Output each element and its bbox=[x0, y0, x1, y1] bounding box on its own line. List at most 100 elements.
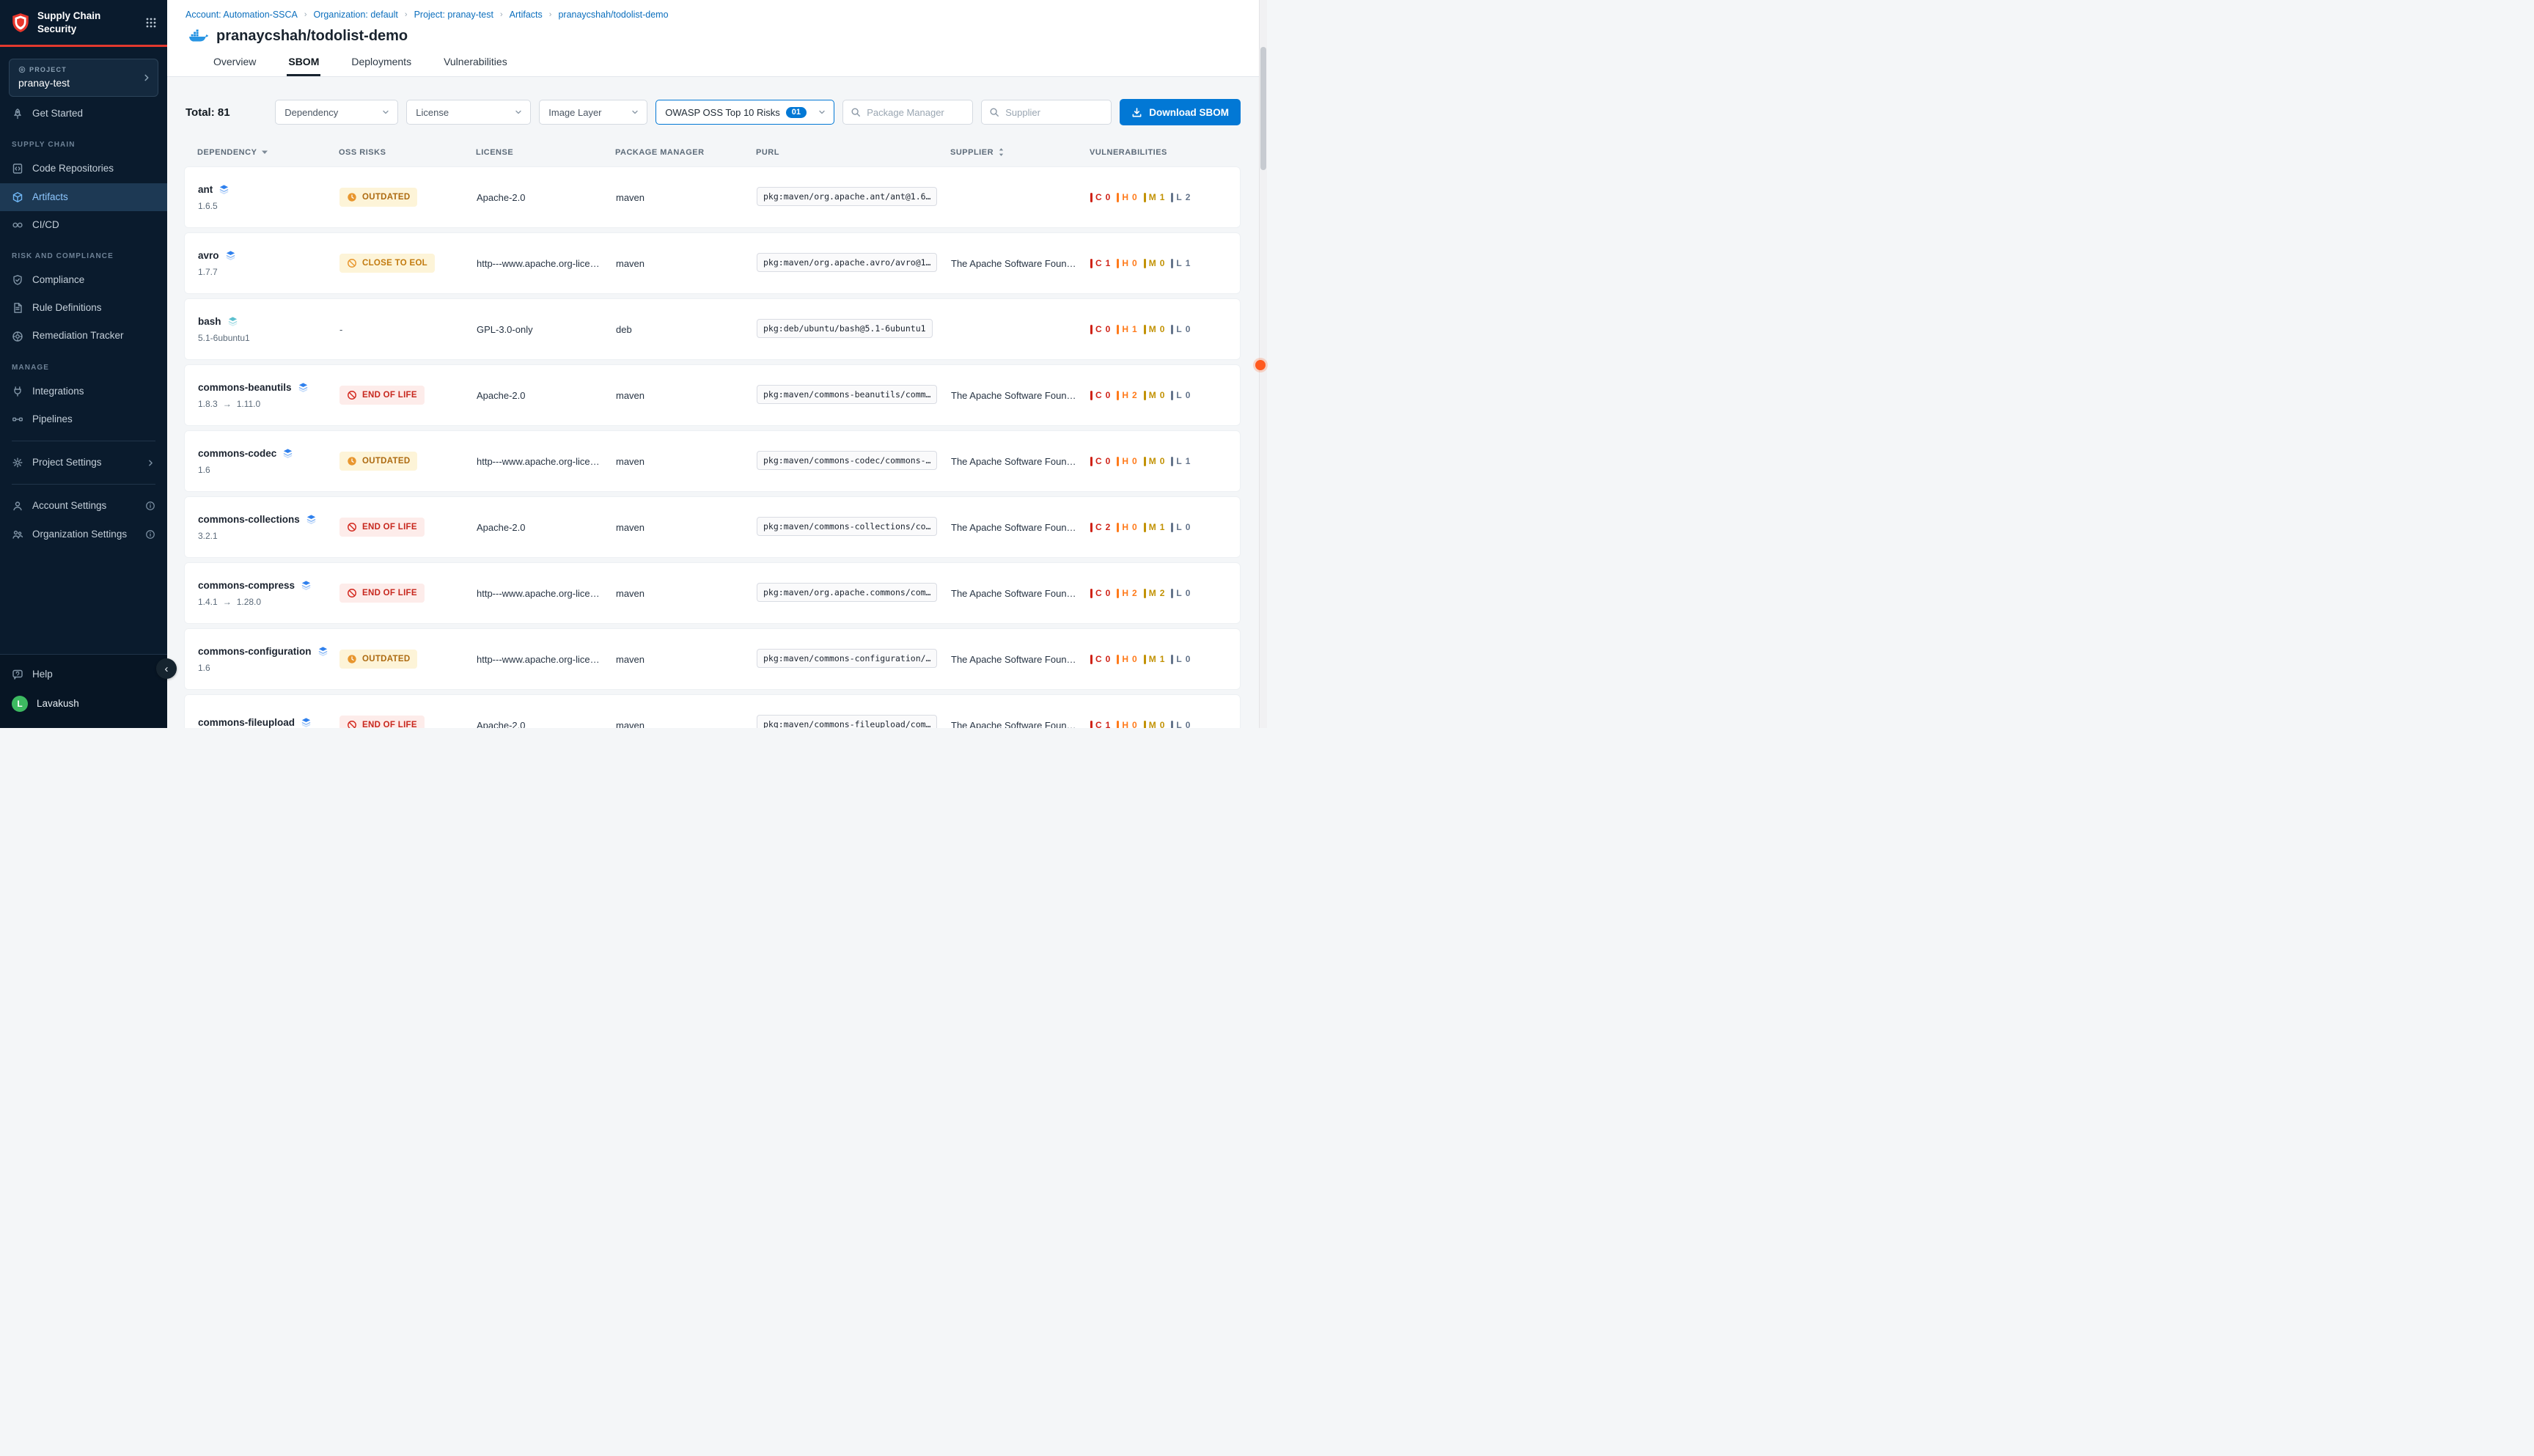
dependency-filter[interactable]: Dependency bbox=[275, 100, 398, 125]
sidebar-item-integrations[interactable]: Integrations bbox=[0, 378, 167, 405]
sidebar-item-get-started[interactable]: Get Started bbox=[0, 100, 167, 128]
project-selector[interactable]: PROJECT pranay-test bbox=[9, 59, 158, 97]
purl-chip[interactable]: pkg:deb/ubuntu/bash@5.1-6ubuntu1 bbox=[757, 319, 933, 338]
sidebar-item-project-settings[interactable]: Project Settings bbox=[0, 449, 167, 477]
table-row[interactable]: avro 1.7.7 CLOSE TO EOL http---www.apach… bbox=[184, 232, 1241, 294]
sidebar-user[interactable]: L Lavakush bbox=[0, 688, 167, 719]
no-entry-icon bbox=[347, 588, 357, 598]
purl-chip[interactable]: pkg:maven/org.apache.commons/com… bbox=[757, 583, 937, 602]
info-icon[interactable] bbox=[145, 529, 155, 540]
breadcrumb-account[interactable]: Account: Automation-SSCA bbox=[186, 10, 298, 20]
tab-vulnerabilities[interactable]: Vulnerabilities bbox=[442, 56, 509, 76]
sidebar-item-organization-settings[interactable]: Organization Settings bbox=[0, 521, 167, 548]
risk-badge: END OF LIFE bbox=[339, 716, 425, 728]
tab-deployments[interactable]: Deployments bbox=[350, 56, 413, 76]
layers-icon bbox=[227, 316, 238, 327]
oss-risk-cell: - bbox=[339, 324, 477, 335]
supplier-cell: The Apache Software Foun… bbox=[951, 258, 1090, 269]
table-row[interactable]: commons-collections 3.2.1 END OF LIFE Ap… bbox=[184, 496, 1241, 558]
download-sbom-button[interactable]: Download SBOM bbox=[1120, 99, 1241, 125]
breadcrumb-artifacts[interactable]: Artifacts bbox=[510, 10, 543, 20]
table-row[interactable]: commons-codec 1.6 OUTDATED http---www.ap… bbox=[184, 430, 1241, 492]
tab-sbom[interactable]: SBOM bbox=[287, 56, 320, 76]
table-row[interactable]: commons-configuration 1.6 OUTDATED http-… bbox=[184, 628, 1241, 690]
risk-badge: OUTDATED bbox=[339, 188, 417, 207]
sidebar-item-account-settings[interactable]: Account Settings bbox=[0, 492, 167, 520]
severity-c-count: C0 bbox=[1090, 390, 1110, 400]
license-cell: http---www.apache.org-lice… bbox=[477, 588, 616, 599]
breadcrumb-current[interactable]: pranaycshah/todolist-demo bbox=[558, 10, 668, 20]
layers-icon bbox=[301, 580, 312, 591]
tab-overview[interactable]: Overview bbox=[212, 56, 257, 76]
severity-l-count: L0 bbox=[1171, 522, 1190, 532]
sidebar-item-compliance[interactable]: Compliance bbox=[0, 266, 167, 294]
owasp-risks-filter[interactable]: OWASP OSS Top 10 Risks 01 bbox=[655, 100, 834, 125]
purl-chip[interactable]: pkg:maven/commons-fileupload/com… bbox=[757, 715, 937, 729]
sidebar-item-rule-definitions[interactable]: Rule Definitions bbox=[0, 294, 167, 322]
info-icon[interactable] bbox=[145, 501, 155, 511]
sidebar-item-remediation-tracker[interactable]: Remediation Tracker bbox=[0, 322, 167, 350]
purl-chip[interactable]: pkg:maven/commons-beanutils/comm… bbox=[757, 385, 937, 404]
purl-chip[interactable]: pkg:maven/commons-codec/commons-… bbox=[757, 451, 937, 470]
breadcrumb-project[interactable]: Project: pranay-test bbox=[414, 10, 493, 20]
table-row[interactable]: commons-compress 1.4.1→1.28.0 END OF LIF… bbox=[184, 562, 1241, 624]
supplier-cell: The Apache Software Foun… bbox=[951, 720, 1090, 729]
col-dependency[interactable]: DEPENDENCY bbox=[197, 148, 339, 157]
sidebar-item-artifacts[interactable]: Artifacts bbox=[0, 183, 167, 211]
purl-chip[interactable]: pkg:maven/org.apache.avro/avro@1… bbox=[757, 253, 937, 272]
sidebar-item-label: Rule Definitions bbox=[32, 301, 102, 315]
severity-h-count: H0 bbox=[1117, 654, 1136, 664]
project-name: pranay-test bbox=[18, 77, 139, 89]
sidebar-item-pipelines[interactable]: Pipelines bbox=[0, 405, 167, 433]
supplier-cell: The Apache Software Foun… bbox=[951, 588, 1090, 599]
notification-beacon[interactable] bbox=[1255, 360, 1266, 370]
breadcrumb-organization[interactable]: Organization: default bbox=[314, 10, 398, 20]
sidebar-item-code-repositories[interactable]: Code Repositories bbox=[0, 155, 167, 183]
breadcrumb: Account: Automation-SSCA › Organization:… bbox=[186, 10, 1267, 20]
image-layer-filter[interactable]: Image Layer bbox=[539, 100, 647, 125]
package-manager-search-input[interactable] bbox=[867, 107, 965, 118]
purl-chip[interactable]: pkg:maven/commons-collections/co… bbox=[757, 517, 937, 536]
supplier-cell: The Apache Software Foun… bbox=[951, 654, 1090, 665]
package-manager-cell: maven bbox=[616, 588, 757, 599]
table-row[interactable]: ant 1.6.5 OUTDATED Apache-2.0 maven pkg:… bbox=[184, 166, 1241, 228]
sidebar-item-label: Organization Settings bbox=[32, 528, 127, 541]
severity-c-count: C0 bbox=[1090, 456, 1110, 466]
app-logo-shield-icon[interactable] bbox=[11, 12, 30, 33]
table-row[interactable]: bash 5.1-6ubuntu1 - GPL-3.0-only deb pkg… bbox=[184, 298, 1241, 360]
supplier-search-input[interactable] bbox=[1005, 107, 1103, 118]
chevron-down-icon bbox=[818, 108, 826, 117]
sidebar-item-label: Artifacts bbox=[32, 191, 68, 204]
license-cell: Apache-2.0 bbox=[477, 522, 616, 533]
severity-l-count: L0 bbox=[1171, 324, 1190, 334]
sidebar-item-help[interactable]: Help bbox=[0, 661, 167, 688]
sidebar-item-cicd[interactable]: CI/CD bbox=[0, 211, 167, 239]
breadcrumb-separator: › bbox=[500, 10, 503, 19]
table-row[interactable]: commons-fileupload END OF LIFE Apache-2.… bbox=[184, 694, 1241, 728]
col-supplier[interactable]: SUPPLIER bbox=[950, 147, 1090, 157]
license-filter[interactable]: License bbox=[406, 100, 531, 125]
chevron-right-icon bbox=[142, 73, 152, 83]
search-icon bbox=[851, 107, 861, 117]
sidebar-collapse-handle[interactable]: ‹ bbox=[156, 658, 177, 679]
no-entry-icon bbox=[347, 390, 357, 400]
scrollbar-thumb[interactable] bbox=[1260, 47, 1266, 170]
dependency-cell: avro 1.7.7 bbox=[198, 250, 339, 277]
app-root: Supply Chain Security PROJECT pranay-tes… bbox=[0, 0, 1267, 728]
package-manager-cell: maven bbox=[616, 258, 757, 269]
purl-chip[interactable]: pkg:maven/org.apache.ant/ant@1.6… bbox=[757, 187, 937, 206]
table-row[interactable]: commons-beanutils 1.8.3→1.11.0 END OF LI… bbox=[184, 364, 1241, 426]
dependency-cell: bash 5.1-6ubuntu1 bbox=[198, 316, 339, 343]
purl-chip[interactable]: pkg:maven/commons-configuration/… bbox=[757, 649, 937, 668]
clock-icon bbox=[347, 654, 357, 664]
dependency-cell: commons-compress 1.4.1→1.28.0 bbox=[198, 580, 339, 607]
artifacts-icon bbox=[12, 191, 23, 203]
module-switcher-icon[interactable] bbox=[145, 17, 157, 29]
oss-risk-cell: OUTDATED bbox=[339, 650, 477, 669]
organization-settings-icon bbox=[12, 529, 23, 540]
dependency-name: commons-fileupload bbox=[198, 717, 295, 728]
rule-definitions-icon bbox=[12, 302, 23, 314]
upgrade-arrow-icon: → bbox=[223, 399, 232, 409]
layers-icon bbox=[218, 184, 229, 195]
layers-icon bbox=[225, 250, 236, 261]
